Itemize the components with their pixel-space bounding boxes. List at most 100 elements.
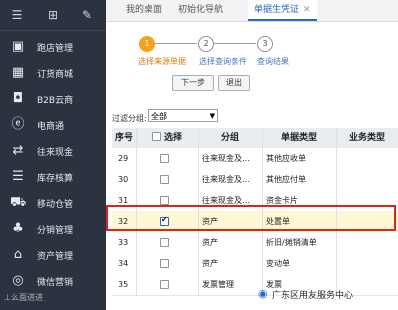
row-checkbox[interactable] — [160, 280, 169, 289]
exit-button[interactable]: 退出 — [218, 75, 250, 91]
header-select[interactable]: 选择 — [136, 128, 198, 148]
table-row[interactable]: 30 往来现金及… 其他应付单 — [112, 169, 398, 191]
cell-group: 往来现金及… — [202, 175, 250, 184]
inventory-icon: ☰ — [12, 169, 24, 184]
sidebar-item-4[interactable]: ⇄ 往来现金 — [0, 140, 106, 162]
tab-label: 初始化导航 — [178, 5, 224, 15]
sidebar-item-label: 移动仓管 — [37, 200, 74, 210]
exchange-icon: ⇄ — [12, 143, 24, 158]
wechat-icon: ◎ — [12, 273, 24, 288]
filter-label: 过滤分组: — [112, 114, 147, 123]
header-doc-type: 单据类型 — [280, 133, 317, 143]
cell-seq: 34 — [118, 259, 129, 268]
table-row-selected[interactable]: 32 资产 处置单 — [112, 211, 398, 233]
sidebar-toolbar: ☰ ⊞ ✎ — [0, 0, 106, 31]
header-group: 分组 — [220, 133, 239, 143]
step-1-label: 选择来源单据 — [138, 57, 186, 66]
sidebar-item-label: 电商通 — [37, 122, 65, 132]
hierarchy-icon: ♣ — [12, 221, 24, 236]
step-3-circle: 3 — [257, 36, 273, 52]
header-select-label: 选择 — [163, 133, 182, 143]
cell-seq: 33 — [118, 238, 129, 247]
cell-group: 资产 — [202, 259, 218, 268]
column-divider — [262, 128, 263, 296]
table-row[interactable]: 34 资产 变动单 — [112, 253, 398, 275]
select-all-checkbox[interactable] — [151, 132, 161, 141]
row-checkbox[interactable] — [160, 154, 169, 163]
sidebar-item-1[interactable]: ▦ 订货商城 — [0, 62, 106, 84]
cell-doc-type: 其他应收单 — [266, 154, 306, 163]
cell-group: 往来现金及… — [202, 154, 250, 163]
sidebar-item-0[interactable]: ▣ 跑店管理 — [0, 36, 106, 58]
row-checkbox[interactable] — [160, 238, 169, 247]
tab-doc-to-voucher[interactable]: 单据生凭证 ✕ — [248, 0, 317, 21]
sidebar: ☰ ⊞ ✎ ▣ 跑店管理 ▦ 订货商城 ◘ B2B云商 ⓔ 电商通 ⇄ 往来现金… — [0, 0, 106, 310]
row-checkbox[interactable] — [160, 259, 169, 268]
step-connector — [214, 43, 256, 44]
cell-seq: 30 — [118, 175, 129, 184]
column-divider — [198, 128, 199, 296]
cell-doc-type: 折旧/摊销清单 — [266, 238, 317, 247]
sidebar-item-9[interactable]: ◎ 微信营销 — [0, 270, 106, 292]
id-card-icon: ▣ — [11, 39, 25, 54]
sidebar-bottom-label: ⊥么面进进 — [4, 293, 43, 302]
column-divider — [336, 128, 337, 296]
row-checkbox-checked[interactable] — [160, 215, 169, 226]
bag-icon: ◘ — [12, 91, 24, 106]
chevron-down-icon: ▼ — [209, 112, 215, 120]
store-icon: ▦ — [11, 65, 25, 80]
cell-doc-type: 变动单 — [266, 259, 290, 268]
sidebar-item-3[interactable]: ⓔ 电商通 — [0, 114, 106, 136]
tab-desktop[interactable]: 我的桌面 — [126, 0, 162, 21]
sidebar-item-8[interactable]: ⌂ 资产管理 — [0, 244, 106, 266]
sidebar-item-label: 分销管理 — [37, 226, 74, 236]
sidebar-item-2[interactable]: ◘ B2B云商 — [0, 88, 106, 110]
sidebar-item-5[interactable]: ☰ 库存核算 — [0, 166, 106, 188]
sidebar-item-label: 往来现金 — [37, 148, 74, 158]
sidebar-item-6[interactable]: ⛟ 移动仓管 — [0, 192, 106, 214]
cell-doc-type: 资金卡片 — [266, 196, 298, 205]
table-row[interactable]: 35 发票管理 发票 — [112, 274, 398, 296]
step-connector — [155, 43, 197, 44]
table-row[interactable]: 29 往来现金及… 其他应收单 — [112, 148, 398, 170]
cell-group: 资产 — [202, 217, 218, 226]
sidebar-item-7[interactable]: ♣ 分销管理 — [0, 218, 106, 240]
e-commerce-icon: ⓔ — [11, 117, 25, 132]
table-row[interactable]: 31 往来现金及… 资金卡片 — [112, 190, 398, 212]
cell-seq: 31 — [118, 196, 129, 205]
wechat-logo-icon: ◉ — [258, 287, 268, 300]
truck-icon: ⛟ — [10, 195, 27, 210]
cell-doc-type: 其他应付单 — [266, 175, 306, 184]
cell-group: 发票管理 — [202, 280, 234, 289]
next-button[interactable]: 下一步 — [172, 75, 214, 91]
cell-doc-type: 处置单 — [266, 217, 290, 226]
sidebar-item-label: 微信营销 — [37, 278, 74, 288]
filter-value: 全部 — [151, 112, 167, 121]
cell-seq: 29 — [118, 154, 129, 163]
cell-group: 往来现金及… — [202, 196, 250, 205]
row-checkbox[interactable] — [160, 175, 169, 184]
tab-label: 单据生凭证 — [254, 5, 300, 15]
column-divider — [136, 128, 137, 296]
sidebar-item-label: 订货商城 — [37, 70, 74, 80]
cell-seq: 35 — [118, 280, 129, 289]
grid-icon[interactable]: ⊞ — [46, 8, 60, 22]
table-row[interactable]: 33 资产 折旧/摊销清单 — [112, 232, 398, 254]
step-3-label: 查询结果 — [257, 57, 289, 66]
table-header: 序号 选择 分组 单据类型 业务类型 — [112, 128, 398, 149]
close-icon[interactable]: ✕ — [303, 5, 311, 15]
sidebar-item-label: B2B云商 — [37, 96, 74, 106]
menu-icon[interactable]: ☰ — [10, 8, 24, 22]
asset-icon: ⌂ — [13, 247, 23, 262]
tab-bar: 我的桌面 初始化导航 单据生凭证 ✕ — [106, 0, 398, 22]
sidebar-item-label: 跑店管理 — [37, 44, 74, 54]
tab-init-guide[interactable]: 初始化导航 — [178, 0, 223, 21]
filter-group-select[interactable]: 全部 ▼ — [148, 109, 218, 122]
header-seq: 序号 — [114, 133, 133, 143]
row-checkbox[interactable] — [160, 196, 169, 205]
step-2-circle: 2 — [198, 36, 214, 52]
edit-icon[interactable]: ✎ — [80, 8, 94, 22]
header-biz-type: 业务类型 — [348, 133, 385, 143]
tab-label: 我的桌面 — [126, 5, 163, 15]
cell-seq: 32 — [118, 217, 129, 226]
